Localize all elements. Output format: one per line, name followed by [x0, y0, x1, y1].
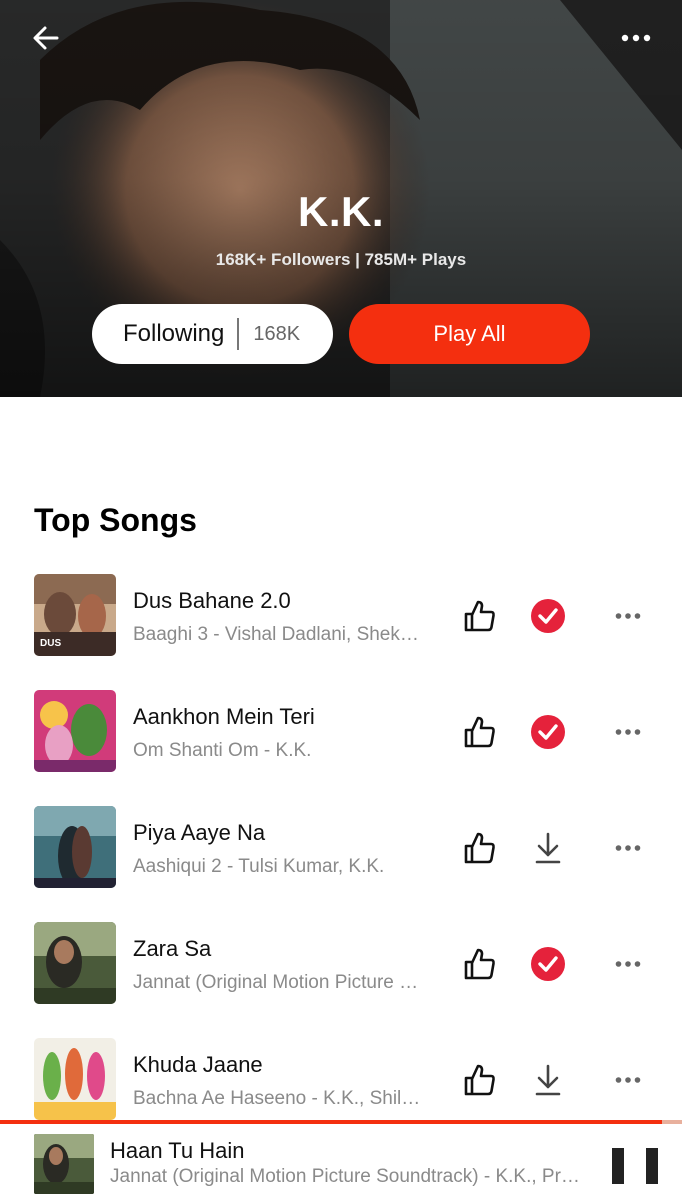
thumbs-up-icon	[464, 600, 495, 632]
more-horizontal-icon	[615, 613, 641, 619]
more-horizontal-icon	[615, 845, 641, 851]
pause-icon	[646, 1148, 658, 1184]
song-row[interactable]: DUS Dus Bahane 2.0 Baaghi 3 - Vishal Dad…	[0, 566, 682, 682]
artist-stats: 168K+ Followers | 785M+ Plays	[215, 250, 467, 269]
downloaded-check-icon	[531, 947, 565, 981]
song-more-button[interactable]	[608, 596, 648, 636]
album-art	[34, 690, 116, 772]
more-horizontal-icon	[615, 1077, 641, 1083]
download-status-button[interactable]	[528, 596, 568, 636]
thumbs-up-icon	[464, 716, 495, 748]
arrow-left-icon	[33, 26, 59, 50]
song-list: DUS Dus Bahane 2.0 Baaghi 3 - Vishal Dad…	[0, 566, 682, 1146]
song-title: Zara Sa	[133, 936, 212, 961]
svg-text:DUS: DUS	[40, 638, 61, 649]
header-more-button[interactable]	[616, 18, 656, 58]
album-art: DUS	[34, 574, 116, 656]
playback-progress-bar[interactable]	[0, 1120, 682, 1124]
now-playing-art	[34, 1134, 94, 1194]
download-icon	[535, 832, 561, 864]
pause-button[interactable]	[612, 1146, 658, 1186]
like-button[interactable]	[460, 712, 500, 752]
album-art	[34, 1038, 116, 1120]
song-subtitle: Baaghi 3 - Vishal Dadlani, Shekhar Ravji…	[133, 624, 423, 645]
song-more-button[interactable]	[608, 712, 648, 752]
download-status-button[interactable]	[528, 944, 568, 984]
song-more-button[interactable]	[608, 828, 648, 868]
song-subtitle: Aashiqui 2 - Tulsi Kumar, K.K.	[133, 856, 385, 877]
like-button[interactable]	[460, 1060, 500, 1100]
play-all-button[interactable]: Play All	[349, 304, 590, 364]
back-button[interactable]	[26, 18, 66, 58]
downloaded-check-icon	[531, 715, 565, 749]
song-more-button[interactable]	[608, 944, 648, 984]
download-icon	[535, 1064, 561, 1096]
song-title: Piya Aaye Na	[133, 820, 266, 845]
follower-count: 168K	[253, 322, 301, 345]
mini-player[interactable]: Haan Tu Hain Jannat (Original Motion Pic…	[0, 1120, 682, 1200]
like-button[interactable]	[460, 828, 500, 868]
download-status-button[interactable]	[528, 712, 568, 752]
song-row[interactable]: Zara Sa Jannat (Original Motion Picture …	[0, 914, 682, 1030]
song-subtitle: Bachna Ae Haseeno - K.K., Shilpa Rao	[133, 1088, 423, 1109]
album-art	[34, 806, 116, 888]
downloaded-check-icon	[531, 599, 565, 633]
now-playing-title: Haan Tu Hain	[110, 1138, 245, 1163]
playback-progress-fill	[0, 1120, 662, 1124]
like-button[interactable]	[460, 944, 500, 984]
thumbs-up-icon	[464, 1064, 495, 1096]
artist-header: K.K. 168K+ Followers | 785M+ Plays Follo…	[0, 0, 682, 397]
song-row[interactable]: Aankhon Mein Teri Om Shanti Om - K.K.	[0, 682, 682, 798]
section-title: Top Songs	[34, 502, 197, 538]
song-row[interactable]: Piya Aaye Na Aashiqui 2 - Tulsi Kumar, K…	[0, 798, 682, 914]
song-subtitle: Jannat (Original Motion Picture Soundtra…	[133, 972, 423, 993]
following-button[interactable]: Following 168K	[92, 304, 333, 364]
album-art	[34, 922, 116, 1004]
like-button[interactable]	[460, 596, 500, 636]
song-more-button[interactable]	[608, 1060, 648, 1100]
thumbs-up-icon	[464, 948, 495, 980]
more-horizontal-icon	[615, 729, 641, 735]
following-label: Following	[123, 320, 225, 347]
divider	[237, 318, 240, 350]
song-title: Dus Bahane 2.0	[133, 588, 291, 613]
download-status-button[interactable]	[528, 828, 568, 868]
now-playing-subtitle: Jannat (Original Motion Picture Soundtra…	[110, 1166, 584, 1187]
artist-name: K.K.	[298, 188, 384, 235]
more-horizontal-icon	[621, 34, 651, 42]
song-subtitle: Om Shanti Om - K.K.	[133, 740, 312, 761]
download-status-button[interactable]	[528, 1060, 568, 1100]
song-title: Khuda Jaane	[133, 1052, 263, 1077]
more-horizontal-icon	[615, 961, 641, 967]
pause-icon	[612, 1148, 624, 1184]
thumbs-up-icon	[464, 832, 495, 864]
song-title: Aankhon Mein Teri	[133, 704, 315, 729]
